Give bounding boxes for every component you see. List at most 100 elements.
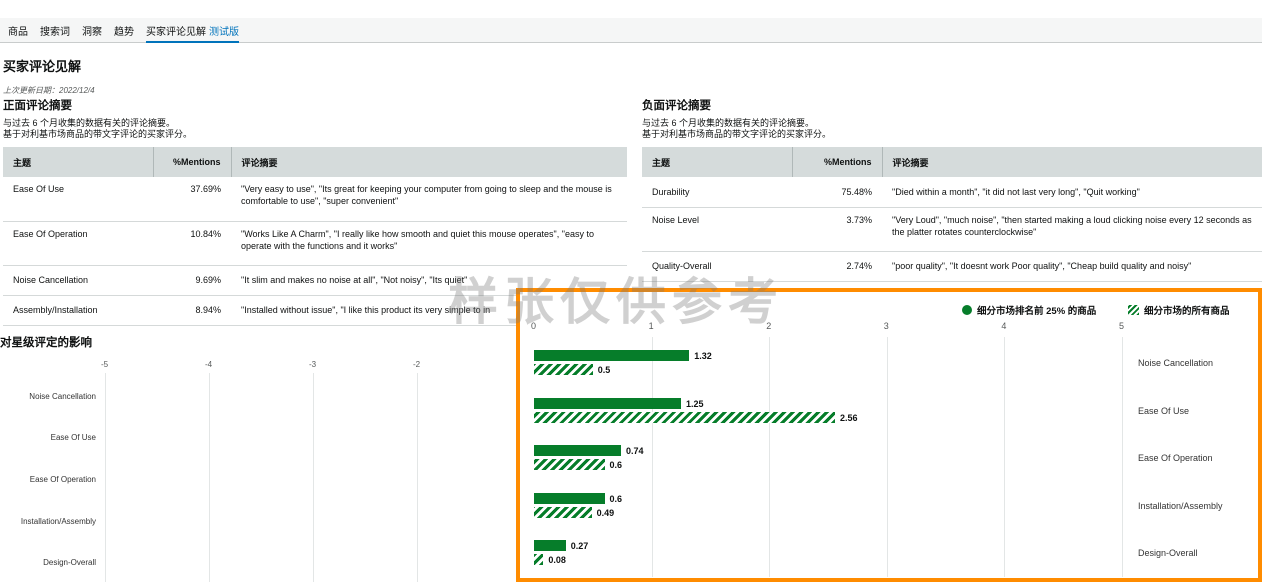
row-summary: "poor quality", "It doesnt work Poor qua… xyxy=(882,251,1262,282)
row-topic: Ease Of Operation xyxy=(3,221,153,266)
star-category-label: Design-Overall xyxy=(43,558,96,567)
bar-top25[interactable] xyxy=(534,445,622,456)
star-impact-title: 对星级评定的影响 xyxy=(0,337,92,349)
bar-all[interactable] xyxy=(534,364,593,375)
tab-products[interactable]: 商品 xyxy=(8,23,28,38)
grid-line xyxy=(886,337,888,577)
bar-value-label: 0.49 xyxy=(596,507,615,518)
positive-desc-2: 基于对利基市场商品的带文字评论的买家评分。 xyxy=(3,129,193,139)
legend-hatch-icon xyxy=(1128,305,1139,315)
beta-badge: 测试版 xyxy=(209,27,239,38)
grid-line xyxy=(651,337,653,577)
row-summary: "Died within a month", "it did not last … xyxy=(882,177,1262,208)
top-nav: 商品 搜索词 洞察 趋势 买家评论见解 测试版 xyxy=(0,18,1262,43)
star-axis-tick: -5 xyxy=(101,360,109,369)
tab-trends[interactable]: 趋势 xyxy=(114,23,134,38)
header-summary: 评论摘要 xyxy=(231,147,627,177)
x-axis-tick: 0 xyxy=(531,321,537,331)
row-summary: "Very easy to use", "Its great for keepi… xyxy=(231,177,627,222)
row-summary: "Works Like A Charm", "I really like how… xyxy=(231,221,627,266)
tab-review-insights[interactable]: 买家评论见解 测试版 xyxy=(146,23,239,43)
row-mentions: 10.84% xyxy=(153,221,231,266)
category-label: Noise Cancellation xyxy=(1138,358,1214,368)
x-axis-tick: 2 xyxy=(766,321,772,331)
table-row: Durability 75.48% "Died within a month",… xyxy=(642,177,1262,208)
table-row: Noise Level 3.73% "Very Loud", "much noi… xyxy=(642,207,1262,252)
star-grid-line xyxy=(105,373,106,582)
tab-insights[interactable]: 洞察 xyxy=(82,23,102,38)
row-topic: Noise Level xyxy=(642,207,792,252)
star-axis-tick: -3 xyxy=(309,360,317,369)
star-category-label: Ease Of Operation xyxy=(29,475,96,484)
negative-desc-1: 与过去 6 个月收集的数据有关的评论摘要。 xyxy=(642,118,815,128)
bar-value-label: 1.32 xyxy=(694,351,712,361)
row-topic: Durability xyxy=(642,177,792,208)
legend-top25[interactable]: 细分市场排名前 25% 的商品 xyxy=(962,303,1096,317)
table-header-row: 主题 %Mentions 评论摘要 xyxy=(3,147,627,177)
star-axis-tick: -4 xyxy=(205,360,213,369)
row-mentions: 2.74% xyxy=(792,251,882,282)
star-axis-tick: -2 xyxy=(413,360,421,369)
bar-top25[interactable] xyxy=(534,350,690,361)
x-axis-tick: 5 xyxy=(1119,321,1125,331)
legend-all[interactable]: 细分市场的所有商品 xyxy=(1128,303,1230,317)
header-mentions: %Mentions xyxy=(792,147,883,177)
grid-line xyxy=(1122,337,1123,577)
positive-summary-title: 正面评论摘要 xyxy=(3,100,72,112)
page-title: 买家评论见解 xyxy=(3,59,82,74)
bar-value-label: 1.25 xyxy=(686,398,704,409)
table-row: Ease Of Operation 10.84% "Works Like A C… xyxy=(3,221,627,266)
star-category-label: Installation/Assembly xyxy=(20,517,96,526)
category-label: Ease Of Operation xyxy=(1138,453,1213,463)
x-axis-tick: 3 xyxy=(883,321,889,331)
star-grid-line xyxy=(313,373,314,582)
comparison-chart: 细分市场排名前 25% 的商品 细分市场的所有商品 0 1 2 3 4 5 1.32 0.5 N… xyxy=(516,288,1262,582)
star-category-label: Ease Of Use xyxy=(50,433,96,442)
bar-top25[interactable] xyxy=(534,397,681,409)
category-label: Design-Overall xyxy=(1138,548,1198,558)
legend-all-label: 细分市场的所有商品 xyxy=(1144,306,1230,317)
grid-line xyxy=(1004,337,1006,577)
star-category-label: Noise Cancellation xyxy=(29,392,96,401)
row-summary: "Very Loud", "much noise", "then started… xyxy=(882,207,1262,252)
header-topic: 主题 xyxy=(3,147,154,177)
row-topic: Assembly/Installation xyxy=(3,295,153,326)
row-mentions: 37.69% xyxy=(153,177,231,222)
row-mentions: 3.73% xyxy=(792,207,882,252)
category-label: Installation/Assembly xyxy=(1138,500,1223,511)
bar-top25[interactable] xyxy=(534,492,605,504)
row-mentions: 9.69% xyxy=(153,265,231,296)
tab-review-insights-label: 买家评论见解 xyxy=(146,27,206,38)
grid-line xyxy=(769,337,771,577)
legend-top25-label: 细分市场排名前 25% 的商品 xyxy=(977,306,1097,317)
bar-value-label: 0.74 xyxy=(626,446,644,456)
bar-value-label: 0.08 xyxy=(548,555,566,565)
bar-all[interactable] xyxy=(534,506,592,518)
negative-summary-table: 主题 %Mentions 评论摘要 Durability 75.48% "Die… xyxy=(642,147,1262,282)
row-topic: Noise Cancellation xyxy=(3,265,153,296)
bar-value-label: 2.56 xyxy=(840,412,858,423)
header-topic: 主题 xyxy=(642,147,793,177)
negative-desc-2: 基于对利基市场商品的带文字评论的买家评分。 xyxy=(642,129,832,139)
row-mentions: 8.94% xyxy=(153,295,231,326)
bar-all[interactable] xyxy=(534,554,544,565)
header-summary: 评论摘要 xyxy=(882,147,1262,177)
star-grid-line xyxy=(209,373,210,582)
tab-search-terms[interactable]: 搜索词 xyxy=(40,23,70,38)
bar-all[interactable] xyxy=(534,411,836,423)
row-topic: Quality-Overall xyxy=(642,251,792,282)
last-updated: 上次更新日期：2022/12/4 xyxy=(3,86,95,95)
bar-value-label: 0.27 xyxy=(570,541,589,551)
bar-all[interactable] xyxy=(534,459,605,470)
star-grid-line xyxy=(417,373,418,582)
table-header-row: 主题 %Mentions 评论摘要 xyxy=(642,147,1262,177)
row-topic: Ease Of Use xyxy=(3,177,153,222)
category-label: Ease Of Use xyxy=(1138,405,1190,416)
legend-dot-icon xyxy=(962,305,972,315)
bar-value-label: 0.6 xyxy=(609,460,623,470)
bar-top25[interactable] xyxy=(534,540,566,551)
table-row: Quality-Overall 2.74% "poor quality", "I… xyxy=(642,251,1262,282)
x-axis-tick: 4 xyxy=(1001,321,1007,331)
negative-summary-title: 负面评论摘要 xyxy=(642,100,711,112)
positive-desc-1: 与过去 6 个月收集的数据有关的评论摘要。 xyxy=(3,118,176,128)
